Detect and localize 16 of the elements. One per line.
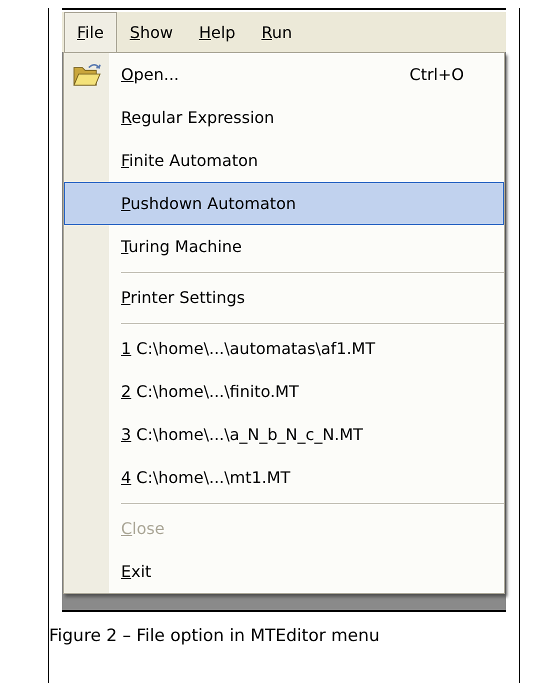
menu-item[interactable]: Turing Machine bbox=[109, 225, 504, 268]
menu-item[interactable]: 2 C:\home\...\finito.MT bbox=[109, 370, 504, 413]
figure-caption: Figure 2 – File option in MTEditor menu bbox=[49, 626, 381, 646]
menu-bar-item[interactable]: File bbox=[64, 12, 117, 52]
open-folder-icon bbox=[72, 62, 102, 88]
menu-bar-item[interactable]: Run bbox=[248, 12, 306, 52]
menu-item[interactable]: 1 C:\home\...\automatas\af1.MT bbox=[109, 327, 504, 370]
menu-item[interactable]: Regular Expression bbox=[109, 96, 504, 139]
menu-item[interactable]: 3 C:\home\...\a_N_b_N_c_N.MT bbox=[109, 413, 504, 456]
menu-item[interactable]: 4 C:\home\...\mt1.MT bbox=[109, 456, 504, 499]
menu-bar-item[interactable]: Help bbox=[186, 12, 248, 52]
menu-bar-item[interactable]: Show bbox=[116, 12, 186, 52]
menu-item[interactable]: Exit bbox=[109, 550, 504, 593]
menu-item[interactable]: Open... Ctrl+O bbox=[109, 53, 504, 96]
menu-item[interactable]: Finite Automaton bbox=[109, 139, 504, 182]
menu-item[interactable]: Printer Settings bbox=[109, 276, 504, 319]
